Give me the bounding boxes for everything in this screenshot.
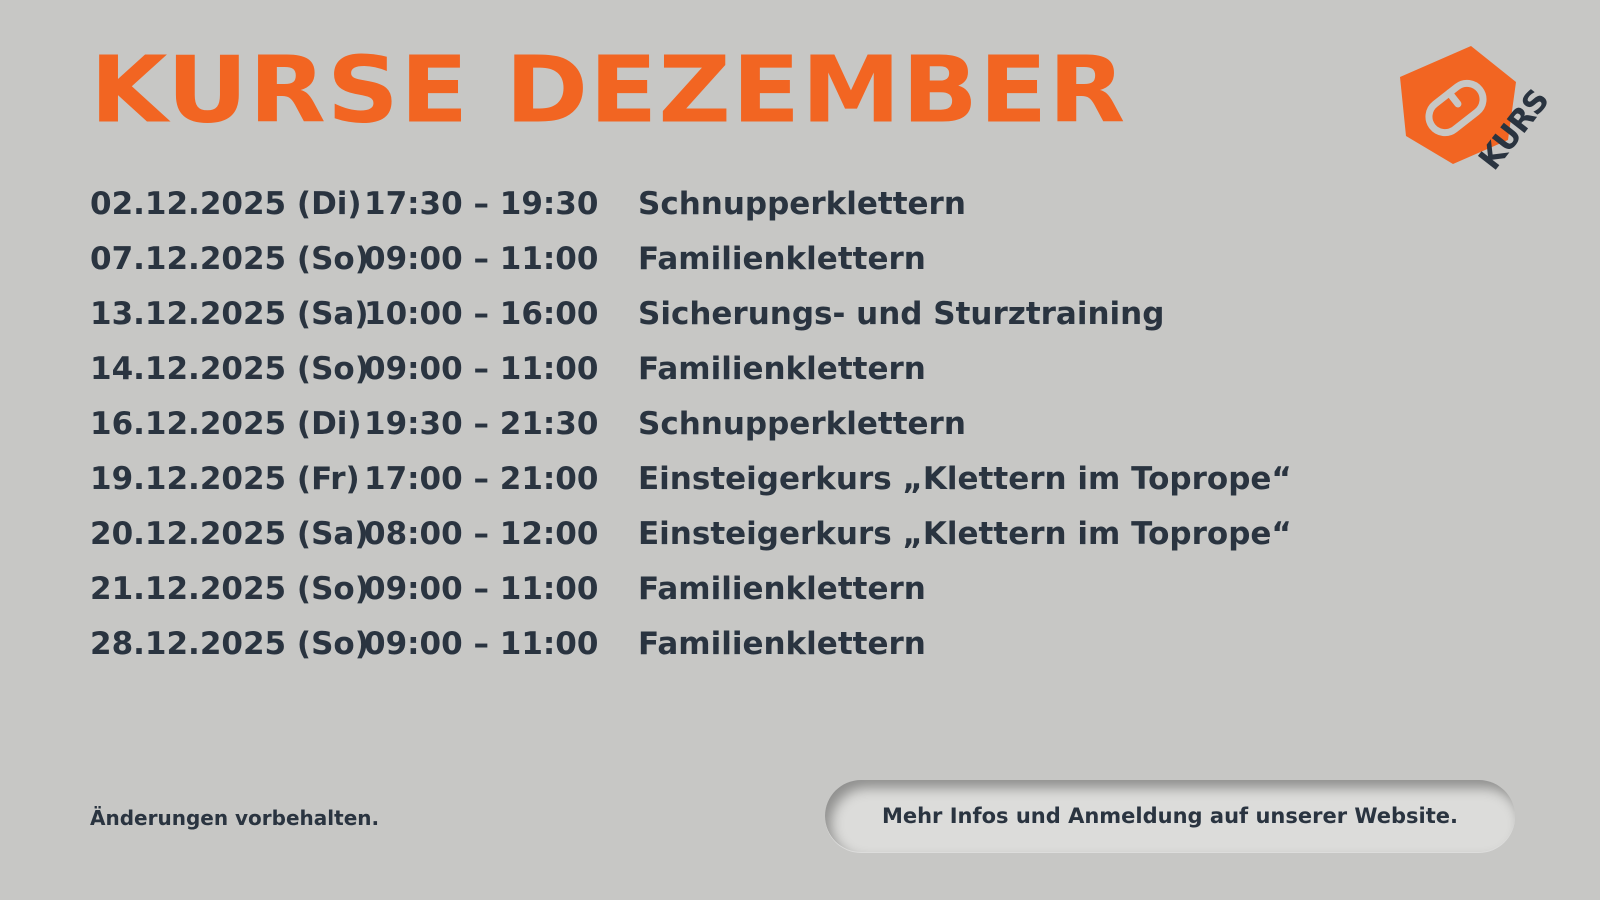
course-time: 09:00 – 11:00 — [364, 240, 599, 277]
schedule-row: 20.12.2025 (Sa) 08:00 – 12:00 Einsteiger… — [90, 506, 1390, 561]
page-title: KURSE DEZEMBER — [90, 35, 1127, 144]
carabiner-logo-icon: KURS — [1400, 46, 1556, 177]
schedule-row: 19.12.2025 (Fr) 17:00 – 21:00 Einsteiger… — [90, 451, 1390, 506]
course-name: Familienklettern — [638, 570, 926, 607]
schedule-row: 16.12.2025 (Di) 19:30 – 21:30 Schnupperk… — [90, 396, 1390, 451]
course-date: 07.12.2025 (So) — [90, 240, 369, 277]
course-name: Familienklettern — [638, 240, 926, 277]
schedule-row: 21.12.2025 (So) 09:00 – 11:00 Familienkl… — [90, 561, 1390, 616]
course-date: 14.12.2025 (So) — [90, 350, 369, 387]
schedule-row: 02.12.2025 (Di) 17:30 – 19:30 Schnupperk… — [90, 176, 1390, 231]
course-name: Einsteigerkurs „Klettern im Toprope“ — [638, 460, 1292, 497]
website-info-text: Mehr Infos und Anmeldung auf unserer Web… — [881, 804, 1459, 828]
disclaimer-note: Änderungen vorbehalten. — [90, 806, 380, 830]
schedule-row: 13.12.2025 (Sa) 10:00 – 16:00 Sicherungs… — [90, 286, 1390, 341]
course-time: 17:00 – 21:00 — [364, 460, 599, 497]
course-time: 19:30 – 21:30 — [364, 405, 599, 442]
course-name: Familienklettern — [638, 350, 926, 387]
course-time: 10:00 – 16:00 — [364, 295, 599, 332]
course-time: 09:00 – 11:00 — [364, 350, 599, 387]
website-info-pill: Mehr Infos und Anmeldung auf unserer Web… — [825, 780, 1515, 852]
course-schedule: 02.12.2025 (Di) 17:30 – 19:30 Schnupperk… — [90, 176, 1390, 671]
course-time: 09:00 – 11:00 — [364, 570, 599, 607]
course-date: 13.12.2025 (Sa) — [90, 295, 369, 332]
course-name: Schnupperklettern — [638, 405, 966, 442]
course-date: 21.12.2025 (So) — [90, 570, 369, 607]
course-name: Einsteigerkurs „Klettern im Toprope“ — [638, 515, 1292, 552]
course-date: 20.12.2025 (Sa) — [90, 515, 369, 552]
course-time: 09:00 – 11:00 — [364, 625, 599, 662]
schedule-row: 07.12.2025 (So) 09:00 – 11:00 Familienkl… — [90, 231, 1390, 286]
course-time: 17:30 – 19:30 — [364, 185, 599, 222]
course-date: 28.12.2025 (So) — [90, 625, 369, 662]
course-time: 08:00 – 12:00 — [364, 515, 599, 552]
course-name: Familienklettern — [638, 625, 926, 662]
course-date: 02.12.2025 (Di) — [90, 185, 362, 222]
course-name: Schnupperklettern — [638, 185, 966, 222]
schedule-row: 14.12.2025 (So) 09:00 – 11:00 Familienkl… — [90, 341, 1390, 396]
schedule-row: 28.12.2025 (So) 09:00 – 11:00 Familienkl… — [90, 616, 1390, 671]
course-date: 16.12.2025 (Di) — [90, 405, 362, 442]
course-name: Sicherungs- und Sturztraining — [638, 295, 1165, 332]
course-date: 19.12.2025 (Fr) — [90, 460, 360, 497]
